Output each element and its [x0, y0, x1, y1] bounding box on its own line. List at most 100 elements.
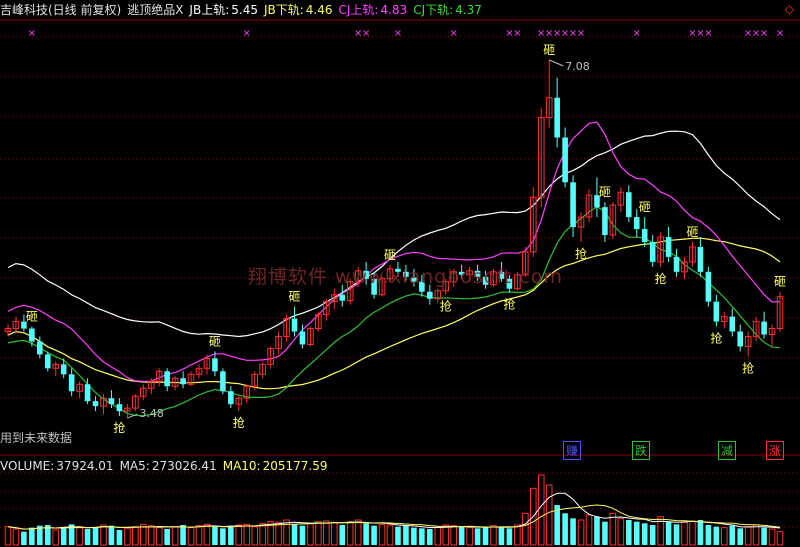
volume-bar-down	[458, 526, 465, 545]
status-tag: 涨	[766, 441, 785, 460]
buy-signal-label: 抢	[113, 420, 125, 435]
price-annotations: 7.08 3.48	[127, 59, 590, 420]
sell-signal-label: 砸	[543, 43, 555, 57]
sell-signal-label: 砸	[26, 310, 38, 324]
cj-dn-label: CJ下轨:	[413, 3, 454, 17]
volume-bar-up	[323, 520, 330, 546]
settings-diamond-icon[interactable]: ◇	[785, 2, 794, 16]
sell-signal-label: 砸	[774, 275, 786, 289]
volume-value: 37924.01	[56, 459, 114, 473]
candle-body-down	[697, 246, 704, 272]
candle-body-down	[29, 328, 35, 342]
signal-labels: 砸抢砸抢砸砸抢 抢砸抢砸砸抢砸抢抢砸	[26, 43, 786, 435]
volume-bar-up	[442, 524, 450, 546]
jb-dn-label: JB下轨:	[263, 3, 304, 17]
volume-bar-down	[506, 528, 513, 545]
candle-body-down	[649, 241, 656, 262]
volume-bar-up	[132, 526, 139, 546]
volume-bar-up	[315, 521, 322, 546]
volume-bar-up	[124, 527, 131, 546]
volume-bar-up	[52, 529, 60, 546]
buy-signal-label: 抢	[233, 415, 245, 430]
volume-bar-up	[522, 512, 529, 546]
status-tag: 赚	[563, 441, 582, 460]
volume-bar-down	[180, 525, 186, 545]
candle-body-down	[164, 371, 170, 387]
future-data-note: 用到未来数据	[0, 431, 73, 445]
volume-bar-up	[450, 525, 457, 546]
candle-body-down	[228, 391, 234, 405]
volume-bar-down	[665, 521, 672, 545]
volume-bar-up	[251, 526, 259, 546]
candle-body-down	[212, 358, 218, 372]
volume-bar-up	[283, 519, 290, 546]
volume-bar-up	[100, 524, 107, 546]
volume-bar-down	[92, 527, 99, 545]
volume-bar-up	[609, 512, 617, 546]
top-marker: ×	[704, 28, 712, 39]
top-marker: ×	[28, 28, 36, 39]
buy-signal-label: 抢	[575, 246, 587, 261]
volume-bar-down	[228, 525, 234, 545]
candle-body-down	[626, 192, 632, 218]
volume-bar-up	[275, 521, 282, 546]
chart-header: 吉峰科技(日线 前复权) 逃顶绝品X JB上轨: 5.45 JB下轨: 4.46 CJ上轨:…	[0, 1, 488, 18]
volume-bar-up	[187, 527, 195, 546]
candles	[4, 59, 784, 419]
ma10-value: 205177.59	[262, 459, 328, 473]
volume-bar-up	[490, 525, 497, 546]
volume-bar-up	[4, 526, 12, 546]
sell-signal-label: 砸	[639, 200, 651, 214]
candle-body-down	[427, 291, 433, 299]
candle-body-down	[761, 321, 767, 335]
top-marker: ×	[760, 28, 768, 39]
volume-bar-down	[427, 529, 433, 545]
candle-body-down	[180, 378, 186, 385]
volume-bar-down	[562, 513, 568, 545]
top-marker: ×	[243, 28, 251, 39]
volume-bar-down	[419, 528, 425, 545]
buy-signal-label: 抢	[742, 360, 754, 375]
candle-body-down	[84, 384, 91, 402]
volume-bar-down	[403, 525, 409, 545]
ma5-value: 273026.41	[151, 459, 217, 473]
volume-bar-up	[681, 521, 688, 546]
volume-bar-down	[291, 524, 298, 545]
candle-body-down	[220, 371, 226, 392]
candle-body-down	[299, 331, 306, 345]
volume-bar-down	[602, 521, 608, 545]
volume-bar-up	[537, 474, 545, 546]
candle-body-down	[108, 398, 115, 405]
high-pointer	[549, 59, 564, 67]
volume-bar-down	[299, 525, 306, 545]
top-marker: ×	[776, 28, 784, 39]
volume-bar-down	[371, 525, 377, 545]
volume-bar-up	[768, 528, 776, 546]
volume-bars	[4, 474, 784, 546]
candle-body-down	[641, 229, 648, 242]
volume-bar-up	[721, 527, 728, 546]
jb-dn-value: 4.46	[305, 3, 333, 17]
volume-bar-down	[21, 531, 27, 545]
volume-bar-down	[729, 525, 736, 545]
volume-bar-down	[164, 529, 170, 545]
volume-bar-down	[411, 527, 417, 545]
top-marker: ×	[633, 28, 641, 39]
candle-body-down	[554, 97, 560, 138]
ma5-label: MA5:	[119, 459, 150, 473]
candle-body-down	[37, 341, 43, 355]
volume-bar-down	[649, 525, 656, 545]
volume-bar-down	[673, 524, 680, 545]
buy-signal-label: 抢	[655, 271, 667, 286]
candle-body-down	[291, 318, 298, 332]
volume-bar-up	[617, 517, 625, 546]
sell-signal-label: 砸	[289, 290, 301, 304]
sell-signal-label: 砸	[599, 185, 611, 199]
top-marker: ×	[513, 28, 521, 39]
volume-bar-down	[482, 526, 489, 545]
volume-bar-down	[697, 520, 704, 545]
volume-bar-down	[220, 528, 226, 545]
volume-bar-up	[155, 527, 163, 546]
status-tag: 减	[718, 441, 737, 460]
indicator-name: 逃顶绝品X	[127, 3, 184, 17]
